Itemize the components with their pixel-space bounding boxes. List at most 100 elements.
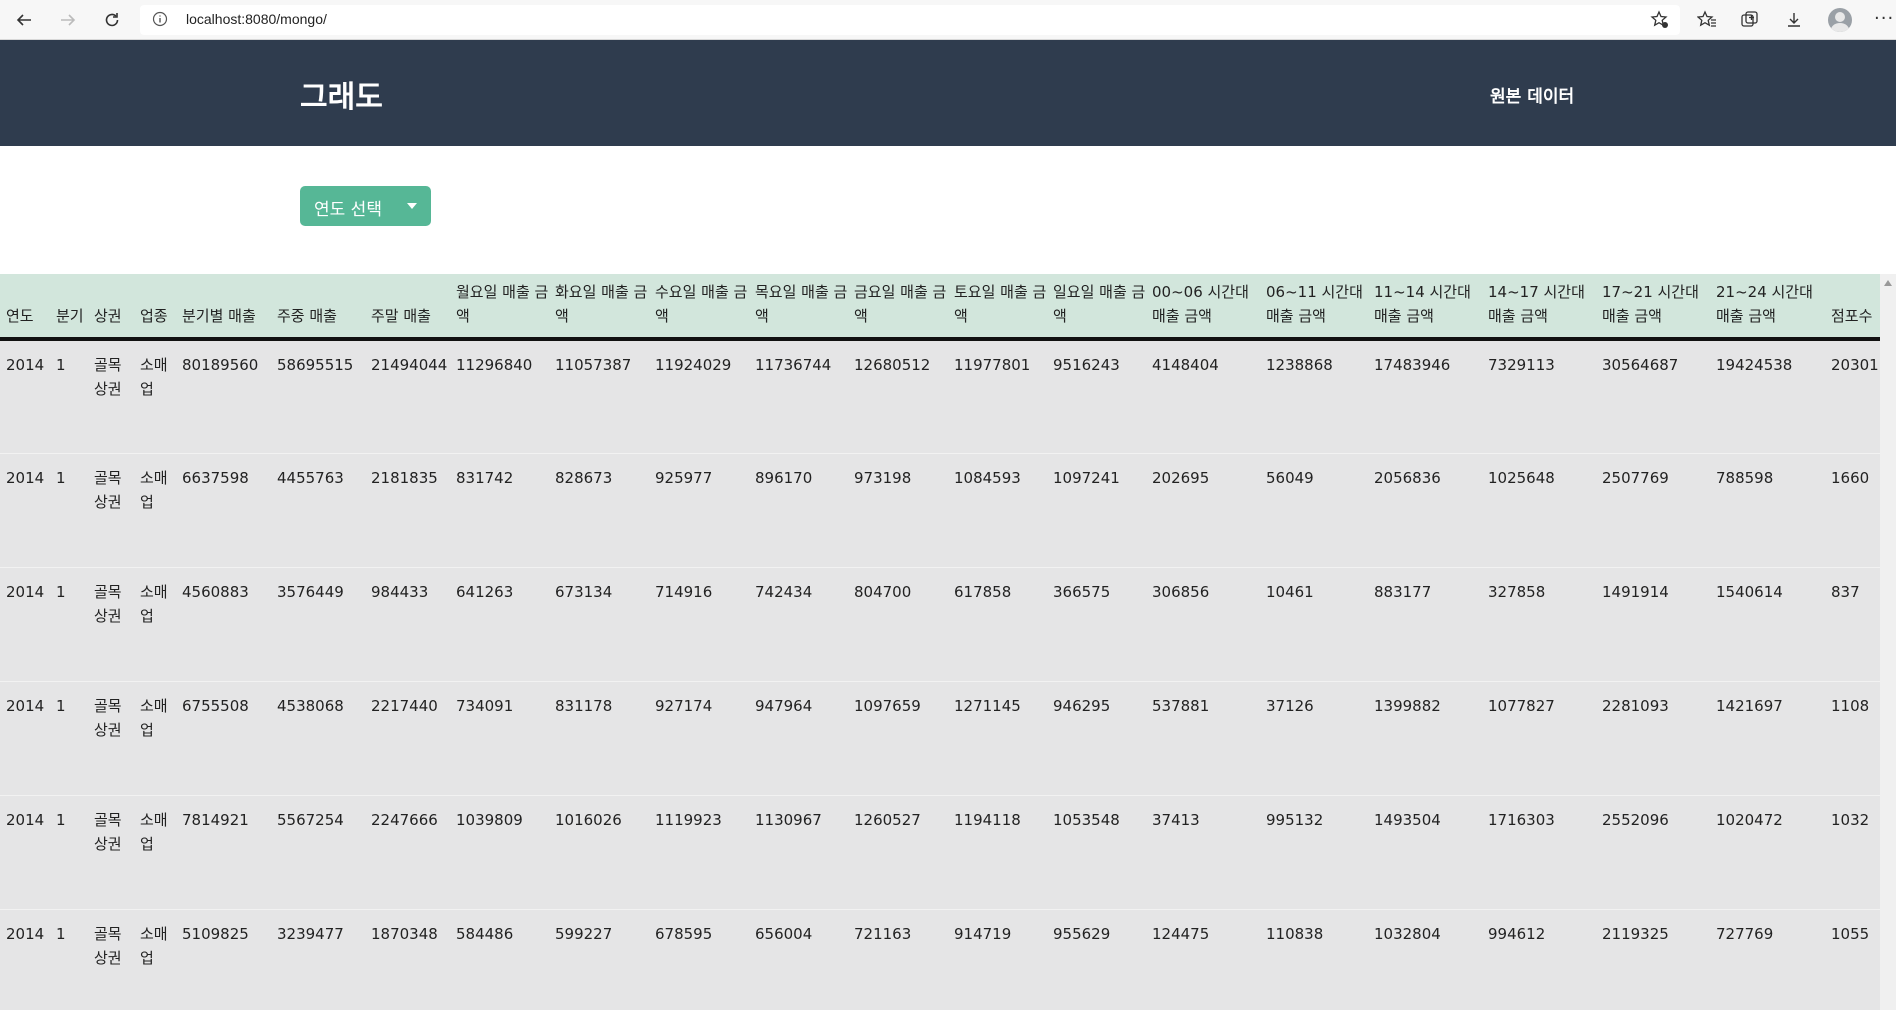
table-cell: 1: [56, 696, 66, 715]
table-cell: 599227: [555, 924, 613, 943]
table-cell: 소매업: [140, 924, 168, 967]
table-cell: 327858: [1488, 582, 1546, 601]
table-cell: 2181835: [371, 468, 438, 487]
table-cell: 소매업: [140, 810, 168, 853]
vertical-scrollbar[interactable]: [1880, 274, 1896, 1010]
table-cell: 80189560: [182, 356, 259, 374]
column-header: 00~06 시간대 매출 금액: [1152, 283, 1249, 325]
year-select-label: 연도 선택: [314, 200, 382, 220]
table-cell: 1: [56, 810, 66, 829]
table-cell: 소매업: [140, 696, 168, 739]
brand-title[interactable]: 그래도: [300, 72, 383, 116]
table-cell: 21494044: [371, 356, 448, 374]
table-cell: 골목상권: [94, 924, 122, 967]
table-cell: 1020472: [1716, 810, 1783, 829]
table-cell: 2552096: [1602, 810, 1669, 829]
profile-avatar-icon[interactable]: [1828, 8, 1852, 32]
table-cell: 1238868: [1266, 356, 1333, 374]
sales-table-container: 연도 분기 상권 업종 분기별 매출 주중 매출 주말 매출 월요일 매출 금액 화요일 매출 …: [0, 274, 1880, 1010]
back-icon[interactable]: [10, 6, 38, 34]
table-cell: 5109825: [182, 924, 249, 943]
table-cell: 1: [56, 582, 66, 601]
table-cell: 3576449: [277, 582, 344, 601]
column-header: 수요일 매출 금액: [655, 283, 748, 325]
table-cell: 1716303: [1488, 810, 1555, 829]
table-cell: 831742: [456, 468, 514, 487]
table-cell: 721163: [854, 924, 912, 943]
forward-icon[interactable]: [54, 6, 82, 34]
reload-icon[interactable]: [98, 6, 126, 34]
nav-link-original-data[interactable]: 원본 데이터: [1490, 82, 1574, 107]
caret-down-icon: [407, 203, 417, 209]
table-cell: 11057387: [555, 356, 632, 374]
table-cell: 7329113: [1488, 356, 1555, 374]
scroll-up-arrow-icon[interactable]: [1884, 280, 1892, 286]
table-cell: 1540614: [1716, 582, 1783, 601]
table-cell: 896170: [755, 468, 813, 487]
table-cell: 831178: [555, 696, 613, 715]
table-cell: 2014: [6, 582, 45, 601]
table-cell: 995132: [1266, 810, 1324, 829]
table-cell: 1493504: [1374, 810, 1441, 829]
column-header: 일요일 매출 금액: [1053, 283, 1146, 325]
column-header: 업종: [140, 307, 168, 325]
table-cell: 소매업: [140, 582, 168, 625]
info-icon[interactable]: [152, 11, 168, 31]
table-cell: 골목상권: [94, 468, 122, 511]
table-cell: 788598: [1716, 468, 1774, 487]
table-cell: 994612: [1488, 924, 1546, 943]
year-select-dropdown[interactable]: 연도 선택: [300, 186, 431, 226]
table-cell: 1097241: [1053, 468, 1120, 487]
column-header: 분기: [56, 307, 84, 325]
table-cell: 2056836: [1374, 468, 1441, 487]
table-cell: 골목상권: [94, 582, 122, 625]
table-cell: 742434: [755, 582, 813, 601]
table-cell: 1025648: [1488, 468, 1555, 487]
table-cell: 1660: [1831, 468, 1870, 487]
table-cell: 955629: [1053, 924, 1111, 943]
table-cell: 656004: [755, 924, 813, 943]
table-cell: 202695: [1152, 468, 1210, 487]
table-cell: 6755508: [182, 696, 249, 715]
table-cell: 1119923: [655, 810, 722, 829]
table-cell: 골목상권: [94, 810, 122, 853]
table-cell: 3239477: [277, 924, 344, 943]
table-cell: 1077827: [1488, 696, 1555, 715]
favorites-icon[interactable]: [1694, 7, 1720, 33]
table-cell: 20301: [1831, 356, 1879, 374]
collections-icon[interactable]: [1737, 7, 1763, 33]
table-cell: 925977: [655, 468, 713, 487]
table-cell: 4560883: [182, 582, 249, 601]
table-cell: 946295: [1053, 696, 1111, 715]
table-cell: 1271145: [954, 696, 1021, 715]
column-header: 금요일 매출 금액: [854, 283, 947, 325]
table-cell: 4455763: [277, 468, 344, 487]
column-header: 연도: [6, 307, 34, 325]
table-cell: 10461: [1266, 582, 1314, 601]
table-row: 2014 1 골목상권 소매업 5109825 3239477 1870348 584486 5…: [0, 909, 1880, 1010]
column-header: 월요일 매출 금액: [456, 283, 549, 325]
column-header: 상권: [94, 307, 122, 325]
table-cell: 2281093: [1602, 696, 1669, 715]
column-header: 21~24 시간대 매출 금액: [1716, 283, 1813, 325]
table-cell: 1032: [1831, 810, 1870, 829]
table-cell: 1194118: [954, 810, 1021, 829]
table-cell: 914719: [954, 924, 1012, 943]
table-cell: 30564687: [1602, 356, 1679, 374]
table-cell: 2014: [6, 810, 45, 829]
table-cell: 714916: [655, 582, 713, 601]
column-header: 06~11 시간대 매출 금액: [1266, 283, 1363, 325]
table-cell: 678595: [655, 924, 713, 943]
table-cell: 1491914: [1602, 582, 1669, 601]
address-bar[interactable]: localhost:8080/mongo/: [140, 5, 1680, 35]
table-cell: 617858: [954, 582, 1012, 601]
table-cell: 1421697: [1716, 696, 1783, 715]
favorite-star-add-icon[interactable]: [1650, 10, 1670, 34]
table-cell: 17483946: [1374, 356, 1451, 374]
column-header: 17~21 시간대 매출 금액: [1602, 283, 1699, 325]
table-cell: 7814921: [182, 810, 249, 829]
table-cell: 1055: [1831, 924, 1870, 943]
table-cell: 1039809: [456, 810, 523, 829]
more-options-icon[interactable]: ···: [1874, 8, 1894, 29]
downloads-icon[interactable]: [1781, 7, 1807, 33]
